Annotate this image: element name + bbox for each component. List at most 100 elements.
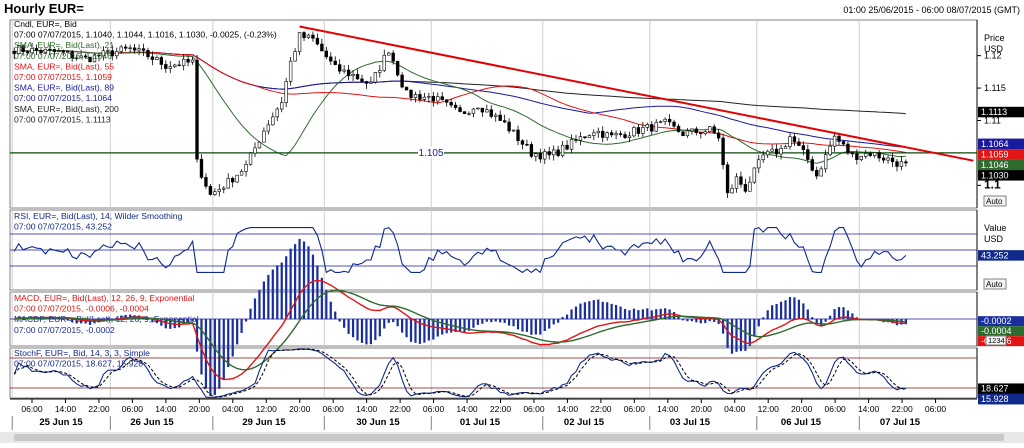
candle-body xyxy=(538,153,542,160)
macd-histogram-bar xyxy=(574,306,578,320)
macd-histogram-bar xyxy=(806,309,809,320)
macd-histogram-bar xyxy=(383,319,386,329)
macd-histogram-bar xyxy=(699,319,702,324)
price-tags-tag-label: 1.1030 xyxy=(981,170,1009,180)
macd-histogram-bar xyxy=(494,319,497,322)
candle-body xyxy=(146,50,150,58)
macd-histogram-bar xyxy=(396,319,399,327)
macd-histogram-bar xyxy=(779,301,783,320)
macd-legend-entry: 07:00 07/07/2015, -0.0006, -0.0004 xyxy=(14,304,149,314)
candle-body xyxy=(761,154,765,161)
candle-body xyxy=(511,129,516,132)
main-legend-entry: SMA, EUR=, Bid(Last), 89 xyxy=(14,83,114,93)
macd-histogram-bar xyxy=(507,319,511,326)
macd-histogram-bar xyxy=(146,319,150,320)
macd-histogram-bar xyxy=(659,308,662,320)
candle-body xyxy=(645,124,649,128)
macd-histogram-bar xyxy=(762,317,765,320)
candle-body xyxy=(623,134,627,138)
candle-body xyxy=(324,50,328,58)
main-legend-entry: SMA, EUR=, Bid(Last), 200 xyxy=(14,104,119,114)
candle-body xyxy=(248,152,253,165)
candle-body xyxy=(823,154,828,170)
day-label: 29 Jun 15 xyxy=(242,417,286,428)
candle-body xyxy=(297,32,302,52)
macd-histogram-bar xyxy=(427,319,430,341)
macd-tags-tag-label: -0.0002 xyxy=(981,316,1012,326)
candle-body xyxy=(877,152,881,159)
candle-body xyxy=(124,46,128,49)
candle-body xyxy=(801,145,806,150)
macd-histogram-bar xyxy=(548,319,551,329)
scrollbar-thumb[interactable] xyxy=(14,434,1004,441)
hour-label: 12:00 xyxy=(256,404,278,414)
macd-histogram-bar xyxy=(53,318,56,320)
candle-body xyxy=(239,171,244,176)
macd-histogram-bar xyxy=(334,311,337,320)
hour-label: 04:00 xyxy=(724,404,746,414)
candle-body xyxy=(605,132,609,138)
rsi-legend-entry: 07:00 07/07/2015, 43.252 xyxy=(14,222,112,232)
candle-body xyxy=(690,128,694,132)
candle-body xyxy=(360,78,364,82)
candle-body xyxy=(520,140,525,145)
candle-body xyxy=(676,125,681,133)
macd-histogram-bar xyxy=(209,319,212,396)
hour-label: 22:00 xyxy=(389,404,411,414)
price-tick-label: 1.12 xyxy=(984,51,1002,61)
candle-body xyxy=(618,133,623,135)
candle-body xyxy=(338,64,342,72)
candle-body xyxy=(364,81,369,84)
macd-histogram-bar xyxy=(516,319,520,330)
candle-body xyxy=(320,43,324,52)
candle-body xyxy=(222,187,226,190)
macd-histogram-bar xyxy=(360,319,364,343)
macd-histogram-bar xyxy=(614,305,618,320)
candle-body xyxy=(199,158,204,178)
candle-body xyxy=(150,56,155,60)
macd-histogram-bar xyxy=(369,319,373,345)
day-label: 07 Jul 15 xyxy=(880,417,921,428)
macd-histogram-bar xyxy=(534,319,537,335)
macd-histogram-bar xyxy=(472,319,475,328)
main-legend-entry: SMA, EUR=, Bid(Last), 21 xyxy=(14,40,114,50)
hour-label: 20:00 xyxy=(791,404,813,414)
candle-body xyxy=(391,52,395,62)
macd-histogram-bar xyxy=(276,265,279,320)
macd-histogram-bar xyxy=(623,308,627,320)
candle-body xyxy=(779,148,783,155)
macd-zoom-box-label: 1234 xyxy=(988,336,1005,345)
candle-body xyxy=(569,139,574,150)
macd-histogram-bar xyxy=(441,319,444,335)
hour-label: 04:00 xyxy=(222,404,244,414)
hour-label: 06:00 xyxy=(825,404,847,414)
macd-histogram-bar xyxy=(490,319,493,323)
candle-body xyxy=(828,145,832,155)
candle-body xyxy=(266,124,271,132)
macd-histogram-bar xyxy=(160,319,163,326)
candle-body xyxy=(529,144,534,157)
candle-body xyxy=(534,153,538,157)
candle-body xyxy=(164,64,168,69)
candle-body xyxy=(280,102,284,110)
macd-histogram-bar xyxy=(204,319,208,389)
macd-histogram-bar xyxy=(775,303,778,320)
candle-body xyxy=(395,61,400,76)
candle-body xyxy=(422,96,427,100)
hour-label: 22:00 xyxy=(88,404,110,414)
macd-histogram-bar xyxy=(824,319,827,322)
macd-histogram-bar xyxy=(463,319,466,332)
candle-body xyxy=(373,72,378,83)
candle-body xyxy=(641,127,645,134)
macd-histogram-bar xyxy=(293,244,297,320)
candle-body xyxy=(311,34,315,39)
price-tick-label: 1.115 xyxy=(984,83,1006,93)
candle-body xyxy=(716,132,721,139)
candle-body xyxy=(235,174,239,183)
hour-label: 12:00 xyxy=(758,404,780,414)
macd-histogram-bar xyxy=(267,274,270,320)
rsi-legend-entry: RSI, EUR=, Bid(Last), 14, Wilder Smoothi… xyxy=(14,211,183,221)
rsi-axis-unit: USD xyxy=(984,234,1004,244)
candle-body xyxy=(890,157,895,162)
candle-body xyxy=(498,114,502,121)
